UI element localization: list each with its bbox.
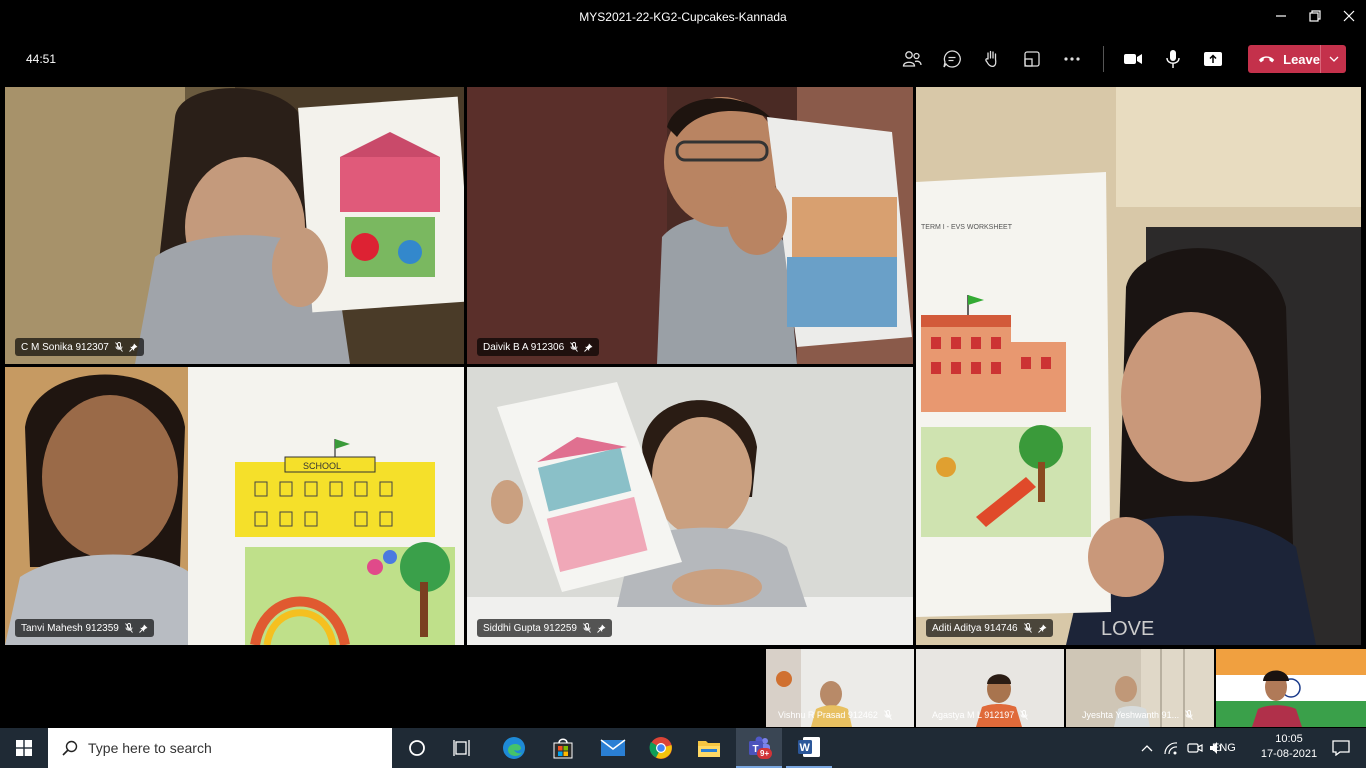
leave-options-chevron-down-icon[interactable] bbox=[1320, 45, 1346, 73]
video-tile[interactable]: Daivik B A 912306 bbox=[467, 87, 913, 364]
teams-icon[interactable]: T 9+ bbox=[736, 728, 782, 768]
window-title: MYS2021-22-KG2-Cupcakes-Kannada bbox=[579, 10, 787, 24]
network-icon[interactable] bbox=[1160, 728, 1182, 768]
participant-video: SCHOOL bbox=[5, 367, 464, 645]
participant-name: Tanvi Mahesh 912359 bbox=[21, 622, 119, 634]
clock-time: 10:05 bbox=[1275, 733, 1303, 745]
taskbar-search-box[interactable]: Type here to search bbox=[48, 728, 392, 768]
store-icon[interactable] bbox=[540, 728, 586, 768]
mic-off-icon bbox=[1023, 623, 1032, 633]
worksheet-heading: TERM I - EVS WORKSHEET bbox=[921, 224, 1013, 231]
participant-video bbox=[467, 87, 913, 364]
taskbar-clock[interactable]: 10:05 17-08-2021 bbox=[1252, 732, 1326, 762]
title-bar: MYS2021-22-KG2-Cupcakes-Kannada bbox=[0, 0, 1366, 34]
participants-icon[interactable] bbox=[898, 46, 926, 72]
participant-name-tag: Vishnu R Prasad 912462 bbox=[772, 706, 898, 724]
meeting-control-bar: 44:51 Leave bbox=[0, 34, 1366, 84]
teams-meeting-window: MYS2021-22-KG2-Cupcakes-Kannada 44:51 Le… bbox=[0, 0, 1366, 768]
word-icon[interactable]: W bbox=[786, 728, 832, 768]
mic-off-icon bbox=[583, 623, 591, 633]
toolbar-divider bbox=[1103, 46, 1104, 72]
participant-name-tag: Agastya M L 912197 bbox=[926, 706, 1034, 724]
language-indicator[interactable]: ENG bbox=[1212, 728, 1236, 768]
leave-label: Leave bbox=[1283, 51, 1320, 67]
start-windows-icon[interactable] bbox=[0, 728, 48, 768]
meet-now-camera-icon[interactable] bbox=[1184, 728, 1206, 768]
minimize-icon[interactable] bbox=[1268, 6, 1294, 28]
participant-name-tag: Jyeshta Yeshwanth 91... bbox=[1076, 706, 1199, 724]
participant-video: LOVE TERM I - EVS WORKSHEET bbox=[916, 87, 1361, 645]
leave-button-group: Leave bbox=[1248, 45, 1346, 73]
windows-taskbar: Type here to search T 9+ W ENG 10:05 17-… bbox=[0, 728, 1366, 768]
mic-off-icon bbox=[1020, 710, 1029, 720]
meeting-timer: 44:51 bbox=[26, 52, 57, 66]
participant-name-tag: Daivik B A 912306 bbox=[477, 338, 600, 356]
cortana-icon[interactable] bbox=[394, 728, 440, 768]
participant-name-tag: Siddhi Gupta 912259 bbox=[477, 619, 612, 637]
mic-off-icon bbox=[570, 342, 579, 352]
leave-button[interactable]: Leave bbox=[1248, 45, 1320, 73]
participant-name: Vishnu R Prasad 912462 bbox=[778, 710, 878, 720]
mic-icon[interactable] bbox=[1159, 46, 1187, 72]
video-tile[interactable]: Siddhi Gupta 912259 bbox=[467, 367, 913, 645]
maximize-icon[interactable] bbox=[1302, 6, 1328, 28]
pin-icon bbox=[129, 343, 138, 352]
clock-date: 17-08-2021 bbox=[1260, 748, 1318, 760]
participant-video bbox=[5, 87, 464, 364]
thumbnail-tile[interactable]: Vishnu R Prasad 912462 bbox=[766, 649, 914, 727]
raise-hand-icon[interactable] bbox=[978, 46, 1006, 72]
show-hidden-icons-chevron-up-icon[interactable] bbox=[1136, 728, 1158, 768]
thumbnail-tile[interactable]: Jyeshta Yeshwanth 91... bbox=[1066, 649, 1214, 727]
video-tile[interactable]: C M Sonika 912307 bbox=[5, 87, 464, 364]
teams-notification-badge: 9+ bbox=[757, 748, 773, 759]
language-label: ENG bbox=[1212, 742, 1236, 754]
participant-name: Siddhi Gupta 912259 bbox=[483, 622, 577, 634]
video-tile[interactable]: LOVE TERM I - EVS WORKSHEET Aditi Aditya… bbox=[916, 87, 1361, 645]
more-actions-icon[interactable] bbox=[1058, 46, 1086, 72]
participant-name: Jyeshta Yeshwanth 91... bbox=[1082, 710, 1180, 720]
participant-video bbox=[467, 367, 913, 645]
mic-off-icon bbox=[884, 710, 892, 720]
hang-up-icon bbox=[1258, 56, 1275, 63]
search-placeholder: Type here to search bbox=[88, 740, 212, 756]
participant-name: Daivik B A 912306 bbox=[483, 341, 565, 353]
pin-icon bbox=[597, 624, 606, 633]
video-tile[interactable]: SCHOOL Tanvi Mahesh 912359 bbox=[5, 367, 464, 645]
pin-icon bbox=[584, 343, 593, 352]
chat-icon[interactable] bbox=[938, 46, 966, 72]
mic-off-icon bbox=[125, 623, 133, 633]
participant-name-tag: Aditi Aditya 914746 bbox=[926, 619, 1053, 637]
thumbnail-tile[interactable]: Agastya M L 912197 bbox=[916, 649, 1064, 727]
participant-video bbox=[1216, 649, 1366, 727]
search-icon bbox=[62, 740, 78, 756]
participant-name-tag: Tanvi Mahesh 912359 bbox=[15, 619, 154, 637]
pin-icon bbox=[1037, 624, 1047, 633]
school-sign-text: SCHOOL bbox=[303, 461, 341, 471]
rooms-icon[interactable] bbox=[1018, 46, 1046, 72]
close-icon[interactable] bbox=[1336, 6, 1362, 28]
participant-name: Agastya M L 912197 bbox=[932, 710, 1015, 720]
task-view-icon[interactable] bbox=[440, 728, 486, 768]
chrome-icon[interactable] bbox=[638, 728, 684, 768]
shirt-print: LOVE bbox=[1101, 618, 1154, 640]
share-icon[interactable] bbox=[1199, 46, 1227, 72]
notification-center-icon[interactable] bbox=[1318, 728, 1364, 768]
mic-off-icon bbox=[1185, 710, 1193, 720]
camera-icon[interactable] bbox=[1119, 46, 1147, 72]
edge-icon[interactable] bbox=[491, 728, 537, 768]
svg-text:W: W bbox=[800, 742, 811, 754]
participant-name: Aditi Aditya 914746 bbox=[932, 622, 1018, 634]
mic-off-icon bbox=[114, 342, 123, 352]
file-explorer-icon[interactable] bbox=[686, 728, 732, 768]
pin-icon bbox=[139, 624, 148, 633]
participant-name: C M Sonika 912307 bbox=[21, 341, 109, 353]
thumbnail-tile-teacher[interactable] bbox=[1216, 649, 1366, 727]
mail-icon[interactable] bbox=[590, 728, 636, 768]
participant-name-tag: C M Sonika 912307 bbox=[15, 338, 144, 356]
